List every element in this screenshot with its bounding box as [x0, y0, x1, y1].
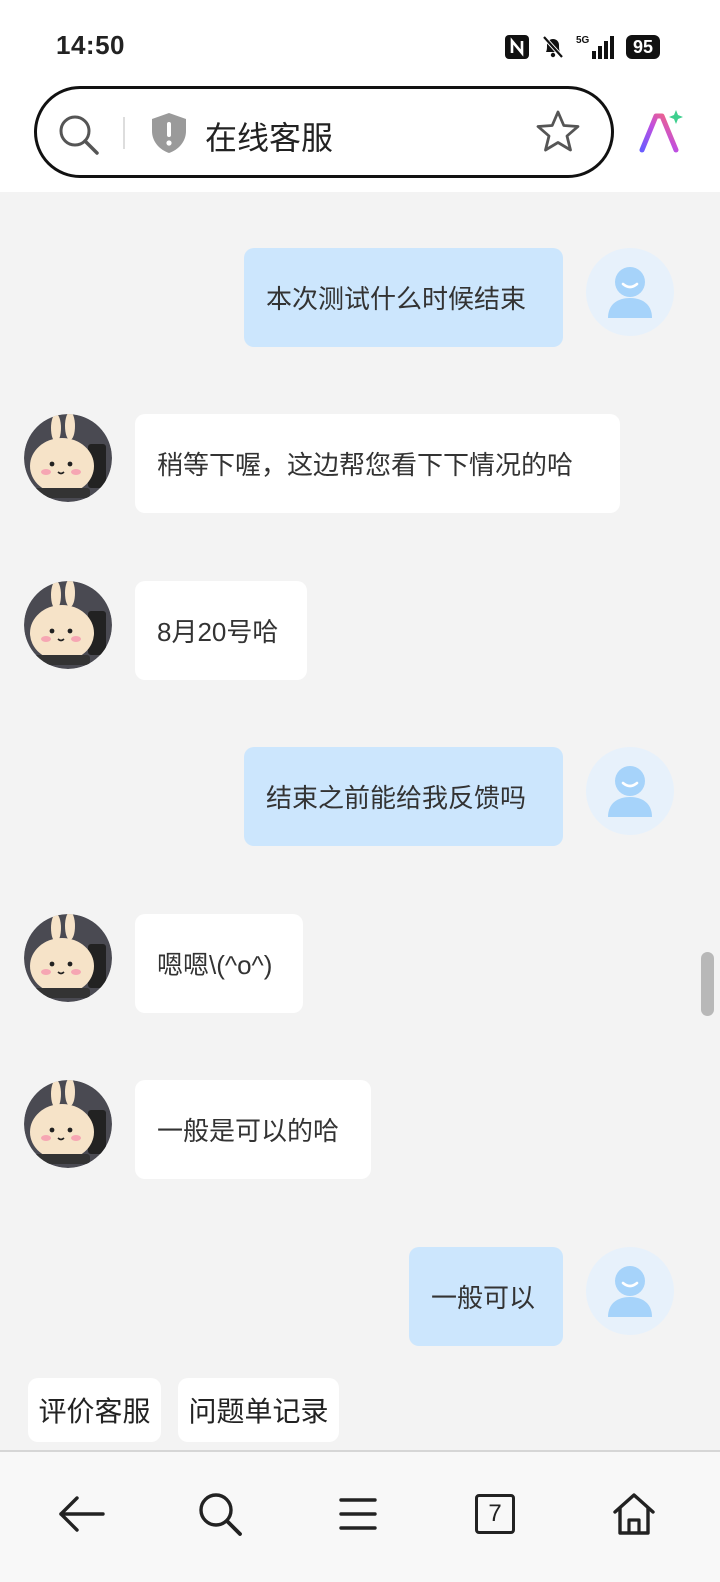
ai-assistant-icon[interactable]	[638, 108, 684, 159]
page-title[interactable]: 在线客服	[205, 113, 333, 159]
shield-icon[interactable]	[149, 111, 189, 160]
status-icons: 5G 95	[504, 32, 660, 62]
signal-5g-icon: 5G	[576, 34, 616, 60]
message-bubble-user[interactable]: 一般可以	[409, 1247, 563, 1346]
user-avatar	[586, 1247, 674, 1335]
ticket-records-button[interactable]: 问题单记录	[178, 1378, 339, 1442]
battery-indicator: 95	[625, 35, 660, 59]
star-icon[interactable]	[535, 109, 581, 160]
browser-top-bar: 在线客服	[0, 80, 720, 192]
message-bubble-agent[interactable]: 稍等下喔，这边帮您看下下情况的哈	[135, 414, 620, 513]
agent-avatar	[24, 581, 112, 669]
agent-avatar	[24, 1080, 112, 1168]
status-time: 14:50	[56, 30, 125, 60]
tabs-icon[interactable]: 7	[467, 1486, 523, 1542]
address-bar-divider	[123, 117, 125, 149]
chat-area[interactable]: 本次测试什么时候结束 稍等下喔，这边帮您看下下情况的哈 8月20号哈 结束之前能…	[0, 192, 720, 1450]
status-bar: 14:50 5G 95	[0, 0, 720, 80]
agent-avatar	[24, 414, 112, 502]
tab-count: 7	[475, 1494, 515, 1534]
message-bubble-user[interactable]: 结束之前能给我反馈吗	[244, 747, 563, 846]
back-icon[interactable]	[54, 1486, 110, 1542]
signal-label: 5G	[576, 35, 590, 46]
message-bubble-agent[interactable]: 嗯嗯\(^o^)	[135, 914, 303, 1013]
nfc-icon	[504, 34, 530, 60]
search-icon[interactable]	[57, 113, 101, 162]
quick-actions: 评价客服 问题单记录	[0, 1376, 720, 1450]
bottom-nav: 7	[0, 1452, 720, 1582]
bell-muted-icon	[540, 34, 566, 60]
search-icon[interactable]	[192, 1486, 248, 1542]
message-bubble-user[interactable]: 本次测试什么时候结束	[244, 248, 563, 347]
user-avatar	[586, 747, 674, 835]
address-bar[interactable]: 在线客服	[34, 86, 614, 178]
message-bubble-agent[interactable]: 一般是可以的哈	[135, 1080, 371, 1179]
user-avatar	[586, 248, 674, 336]
scrollbar-thumb[interactable]	[701, 952, 714, 1016]
message-bubble-agent[interactable]: 8月20号哈	[135, 581, 307, 680]
agent-avatar	[24, 914, 112, 1002]
rate-service-button[interactable]: 评价客服	[28, 1378, 161, 1442]
menu-icon[interactable]	[330, 1486, 386, 1542]
home-icon[interactable]	[606, 1486, 662, 1542]
